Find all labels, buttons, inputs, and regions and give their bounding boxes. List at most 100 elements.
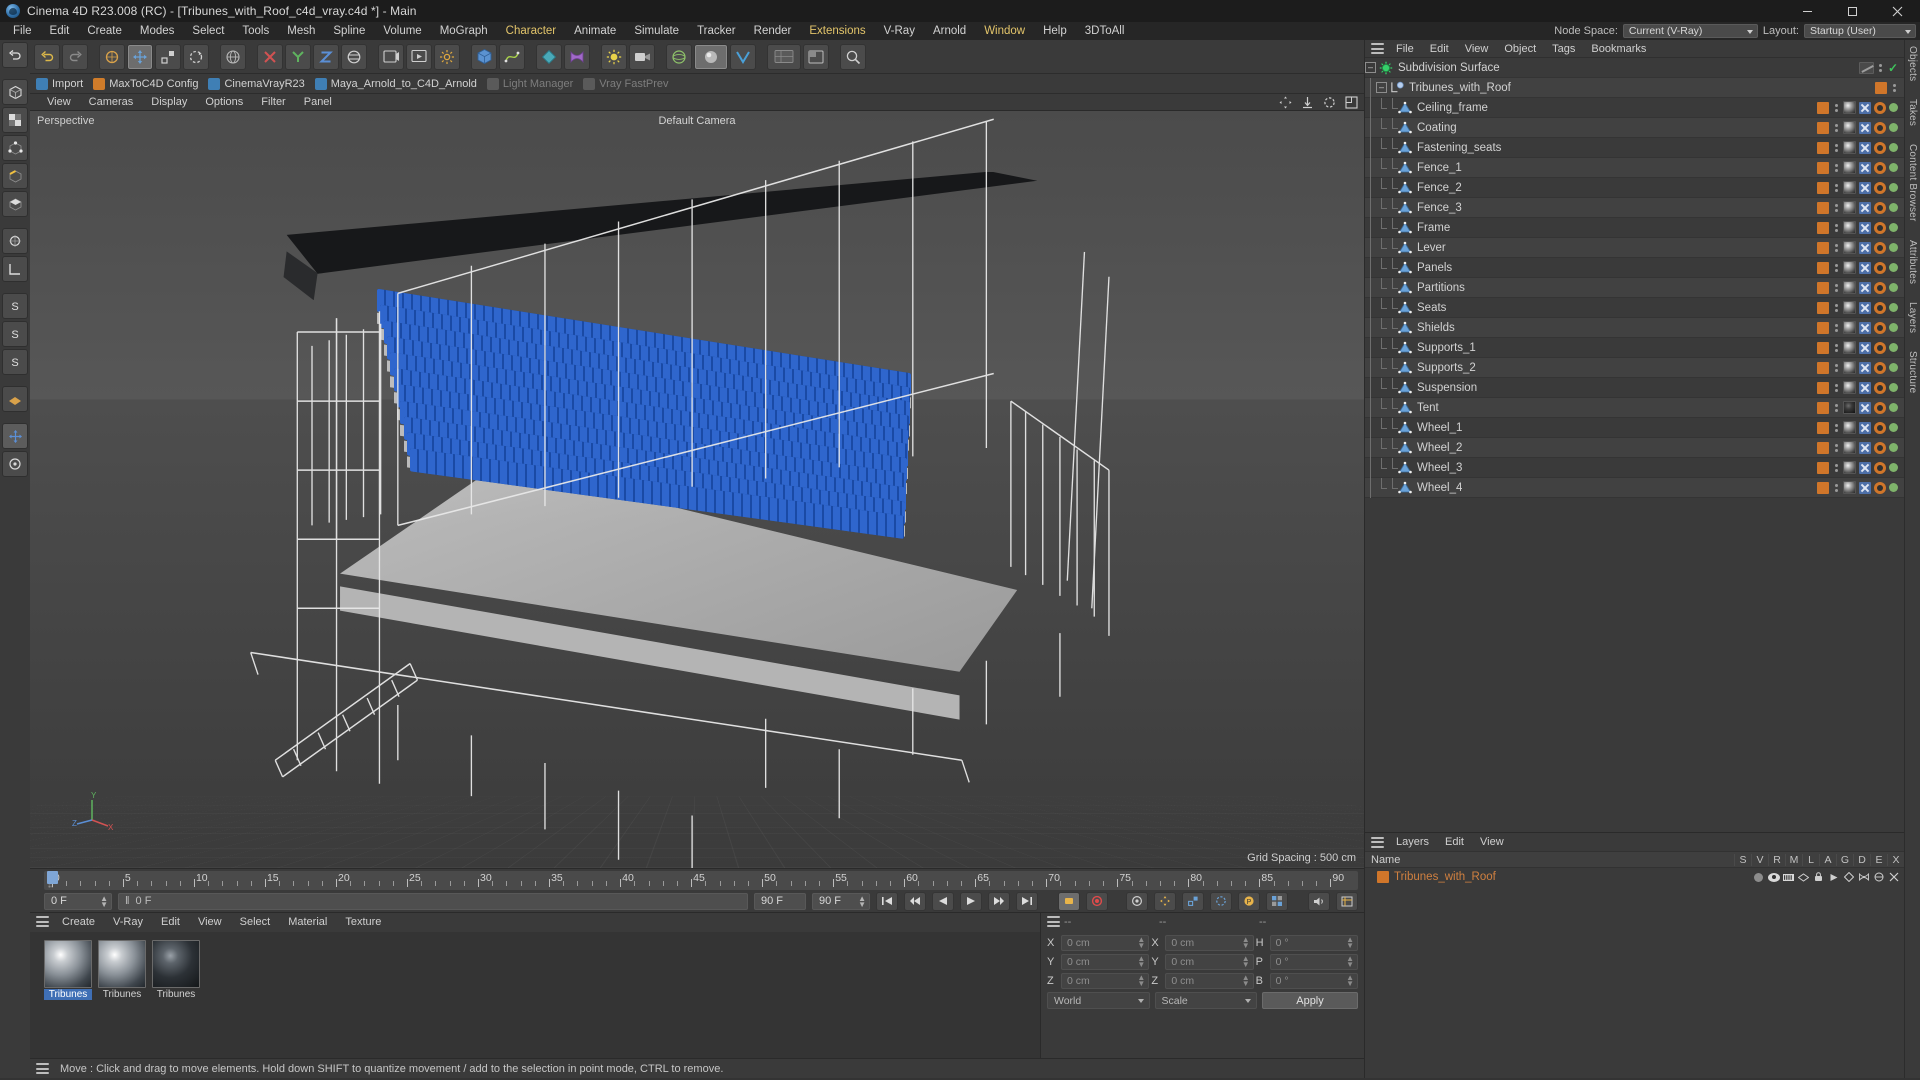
material-tag-icon[interactable] [1843, 221, 1856, 234]
material-tag-icon[interactable] [1843, 361, 1856, 374]
layer-tag-icon[interactable] [1817, 141, 1829, 154]
phong-tag-icon[interactable] [1874, 461, 1886, 474]
object-row[interactable]: Supports_1 [1365, 337, 1904, 358]
layer-tag-icon[interactable] [1817, 161, 1829, 174]
tag-dots-icon[interactable] [1832, 323, 1840, 332]
vray-tag-icon[interactable] [1889, 403, 1898, 412]
tag-dots-icon[interactable] [1832, 343, 1840, 352]
tag-dots-icon[interactable] [1832, 463, 1840, 472]
sound-button[interactable] [1308, 891, 1330, 911]
add-camera-button[interactable] [629, 43, 655, 70]
vray-tag-icon[interactable] [1889, 103, 1898, 112]
layer-tag-icon[interactable] [1817, 181, 1829, 194]
add-deformer-button[interactable] [564, 43, 590, 70]
material-menu-material[interactable]: Material [279, 916, 336, 928]
minimize-button[interactable] [1785, 0, 1830, 22]
world-coordinate-button[interactable] [341, 43, 367, 70]
menu-mograph[interactable]: MoGraph [431, 22, 497, 40]
layer-expressions-icon[interactable] [1872, 871, 1885, 884]
layer-tag-icon[interactable] [1817, 361, 1829, 374]
tag-dots-icon[interactable] [1832, 363, 1840, 372]
layer-tag-icon[interactable] [1817, 121, 1829, 134]
material-menu-hamburger-icon[interactable] [36, 916, 49, 927]
xaxis-button[interactable] [257, 43, 283, 70]
material-preview-icon-1[interactable] [44, 940, 92, 988]
move-button[interactable] [127, 43, 153, 70]
coord-rotation-b-field[interactable]: 0 ° ▲ ▼ [1269, 973, 1358, 989]
menu-tracker[interactable]: Tracker [688, 22, 745, 40]
uvw-tag-icon[interactable] [1859, 101, 1871, 114]
workplane-icon[interactable] [2, 386, 28, 412]
maximize-button[interactable] [1830, 0, 1875, 22]
object-row[interactable]: Fence_2 [1365, 177, 1904, 198]
tag-dots-icon[interactable] [1890, 83, 1898, 92]
uvw-tag-icon[interactable] [1859, 341, 1871, 354]
coordinates-hamburger-icon[interactable] [1047, 916, 1060, 927]
menu-character[interactable]: Character [497, 22, 566, 40]
vray-tag-icon[interactable] [1889, 243, 1898, 252]
object-manager-list[interactable]: – Subdivision Surface ✓ – Tribunes_with_Roof… [1365, 58, 1904, 832]
layer-column-r[interactable]: R [1768, 853, 1785, 866]
material-tag-icon[interactable] [1843, 481, 1856, 494]
timeline-playhead[interactable] [46, 871, 58, 884]
vtab-attributes[interactable]: Attributes [1907, 240, 1918, 284]
object-row[interactable]: Shields [1365, 317, 1904, 338]
render-settings-button[interactable] [434, 43, 460, 70]
tag-dots-icon[interactable] [1832, 383, 1840, 392]
preview-end-field[interactable]: 90 F ▲ ▼ [812, 892, 870, 910]
step-back-button[interactable] [904, 891, 926, 911]
object-expander-icon[interactable]: – [1376, 82, 1387, 93]
tag-dots-icon[interactable] [1832, 403, 1840, 412]
uvw-tag-icon[interactable] [1859, 321, 1871, 334]
uvw-tag-icon[interactable] [1859, 161, 1871, 174]
preview-range-bar[interactable]: ‖ 0 F [118, 892, 748, 910]
vtab-takes[interactable]: Takes [1907, 99, 1918, 126]
vray-tag-icon[interactable] [1889, 423, 1898, 432]
frame-spinner-icon[interactable]: ▲ ▼ [100, 894, 108, 908]
uvw-tag-icon[interactable] [1859, 121, 1871, 134]
phong-tag-icon[interactable] [1874, 241, 1886, 254]
menu-3dtoall[interactable]: 3DToAll [1076, 22, 1134, 40]
layer-tag-icon[interactable] [1817, 241, 1829, 254]
vray-tag-icon[interactable] [1889, 383, 1898, 392]
undo-button[interactable] [34, 43, 60, 70]
coord-position-z-field[interactable]: 0 cm ▲ ▼ [1061, 973, 1150, 989]
layer-menu-edit[interactable]: Edit [1437, 836, 1472, 848]
vtab-objects[interactable]: Objects [1907, 46, 1918, 81]
uvw-tag-icon[interactable] [1859, 301, 1871, 314]
redo-button[interactable] [62, 43, 88, 70]
tag-dots-icon[interactable] [1832, 203, 1840, 212]
tag-dots-icon[interactable] [1877, 63, 1885, 72]
object-row[interactable]: Supports_2 [1365, 357, 1904, 378]
layer-solo-icon[interactable] [1752, 871, 1765, 884]
zaxis-button[interactable] [313, 43, 339, 70]
phong-tag-icon[interactable] [1874, 161, 1886, 174]
coord-y-spinner-icon[interactable]: ▲ ▼ [1137, 955, 1145, 969]
material-tag-icon[interactable] [1843, 261, 1856, 274]
current-frame-field[interactable]: 0 F ▲ ▼ [44, 892, 112, 910]
add-cube-button[interactable] [471, 43, 497, 70]
viewport-menu-display[interactable]: Display [142, 96, 196, 108]
step-forward-button[interactable] [988, 891, 1010, 911]
coord-system-select[interactable]: World [1047, 992, 1150, 1009]
layer-column-e[interactable]: E [1870, 853, 1887, 866]
object-row[interactable]: Wheel_4 [1365, 477, 1904, 498]
layer-manager-icon[interactable] [1797, 871, 1810, 884]
axis-lock-icon[interactable] [2, 256, 28, 282]
layer-tag-icon[interactable] [1817, 301, 1829, 314]
layer-xref-icon[interactable] [1887, 871, 1900, 884]
viewport-menu-options[interactable]: Options [196, 96, 252, 108]
material-tag-icon[interactable] [1843, 321, 1856, 334]
menu-edit[interactable]: Edit [41, 22, 79, 40]
layer-tag-icon[interactable] [1875, 81, 1887, 94]
render-view-button[interactable] [378, 43, 404, 70]
coord-mode-select[interactable]: Scale [1154, 992, 1257, 1009]
layer-deformer-icon[interactable] [1857, 871, 1870, 884]
uvw-tag-icon[interactable] [1859, 201, 1871, 214]
coord-h-spinner-icon[interactable]: ▲ ▼ [1346, 936, 1354, 950]
material-item-1[interactable]: Tribunes [44, 940, 92, 1058]
menu-arnold[interactable]: Arnold [924, 22, 975, 40]
coord-apply-button[interactable]: Apply [1262, 992, 1358, 1009]
vray-tag-icon[interactable] [1889, 483, 1898, 492]
undo-tool-icon[interactable] [2, 42, 28, 68]
